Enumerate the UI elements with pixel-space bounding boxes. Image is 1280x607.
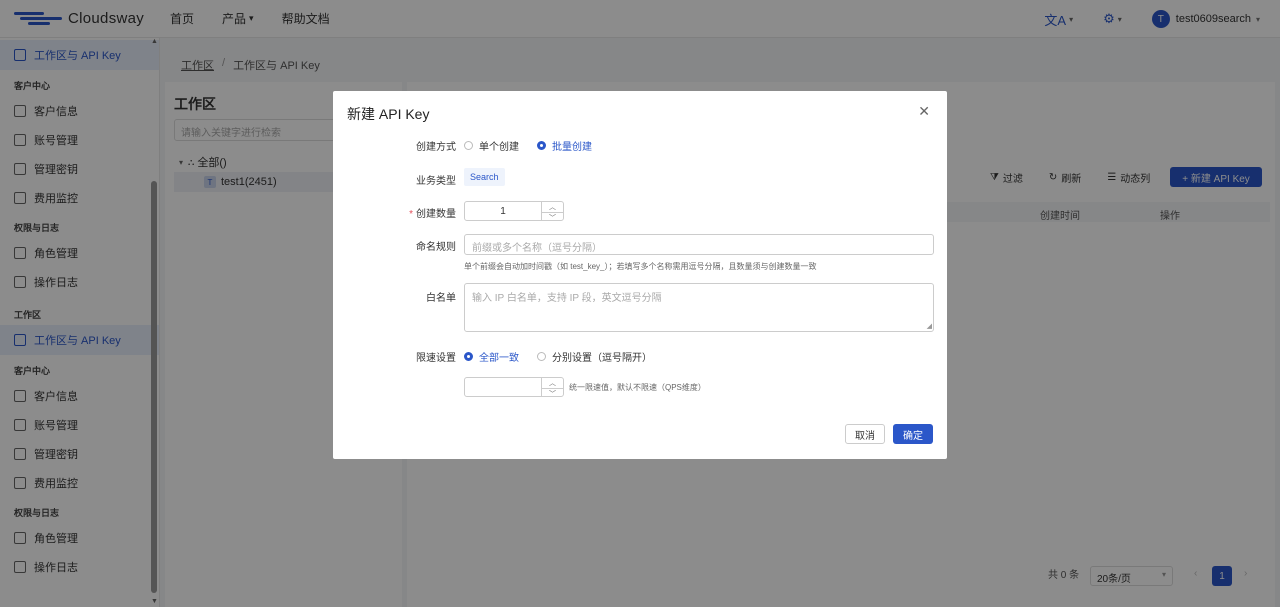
resize-handle-icon[interactable]: ◢ [927, 322, 932, 330]
create-mode-label: 创建方式 [416, 142, 456, 153]
chevron-down-icon[interactable]: ﹀ [542, 389, 563, 399]
radio-circle-icon [464, 141, 473, 150]
whitelist-placeholder: 输入 IP 白名单，支持 IP 段，英文逗号分隔 [472, 293, 662, 304]
chevron-up-icon[interactable]: ︿ [542, 378, 563, 389]
count-value[interactable]: 1 [465, 202, 541, 220]
radio-batch-create[interactable]: 批量创建 [537, 138, 592, 153]
chevron-down-icon[interactable]: ﹀ [542, 213, 563, 223]
naming-rule-label: 命名规则 [416, 242, 456, 253]
biz-type-tag: Search [464, 168, 505, 186]
count-stepper[interactable]: 1 ︿ ﹀ [464, 201, 564, 223]
rate-limit-label: 限速设置 [416, 353, 456, 364]
radio-rate-separate[interactable]: 分别设置（逗号隔开） [537, 349, 652, 364]
rate-limit-hint: 统一限速值，默认不限速（QPS维度） [569, 383, 706, 392]
confirm-button[interactable]: 确定 [893, 424, 933, 444]
count-label: * 创建数量 [366, 205, 456, 220]
close-icon[interactable]: ✕ [918, 103, 930, 120]
radio-label: 单个创建 [479, 142, 519, 153]
stepper-buttons: ︿ ﹀ [541, 202, 563, 223]
whitelist-label: 白名单 [426, 293, 456, 304]
naming-rule-hint: 单个前缀会自动加时间戳（如 test_key_）；若填写多个名称需用逗号分隔，且… [464, 262, 817, 271]
modal-title: 新建 API Key [347, 106, 430, 122]
naming-rule-input[interactable]: 前缀或多个名称（逗号分隔） [464, 234, 934, 255]
radio-circle-icon [537, 352, 546, 361]
biz-type-label: 业务类型 [416, 176, 456, 187]
radio-label: 分别设置（逗号隔开） [552, 353, 652, 364]
radio-checked-icon [464, 352, 473, 361]
new-api-key-modal: 新建 API Key ✕ 创建方式 单个创建 批量创建 业务类型 Search … [333, 91, 947, 459]
chevron-up-icon[interactable]: ︿ [542, 202, 563, 213]
whitelist-textarea[interactable]: 输入 IP 白名单，支持 IP 段，英文逗号分隔 ◢ [464, 283, 934, 332]
rate-limit-value[interactable] [465, 378, 541, 396]
stepper-buttons: ︿ ﹀ [541, 378, 563, 399]
radio-label: 全部一致 [479, 353, 519, 364]
radio-rate-uniform[interactable]: 全部一致 [464, 349, 519, 364]
rate-limit-stepper[interactable]: ︿ ﹀ [464, 377, 564, 399]
radio-label: 批量创建 [552, 142, 592, 153]
radio-single-create[interactable]: 单个创建 [464, 138, 519, 153]
radio-checked-icon [537, 141, 546, 150]
required-mark: * [409, 209, 413, 220]
cancel-button[interactable]: 取消 [845, 424, 885, 444]
count-label-text: 创建数量 [416, 209, 456, 220]
